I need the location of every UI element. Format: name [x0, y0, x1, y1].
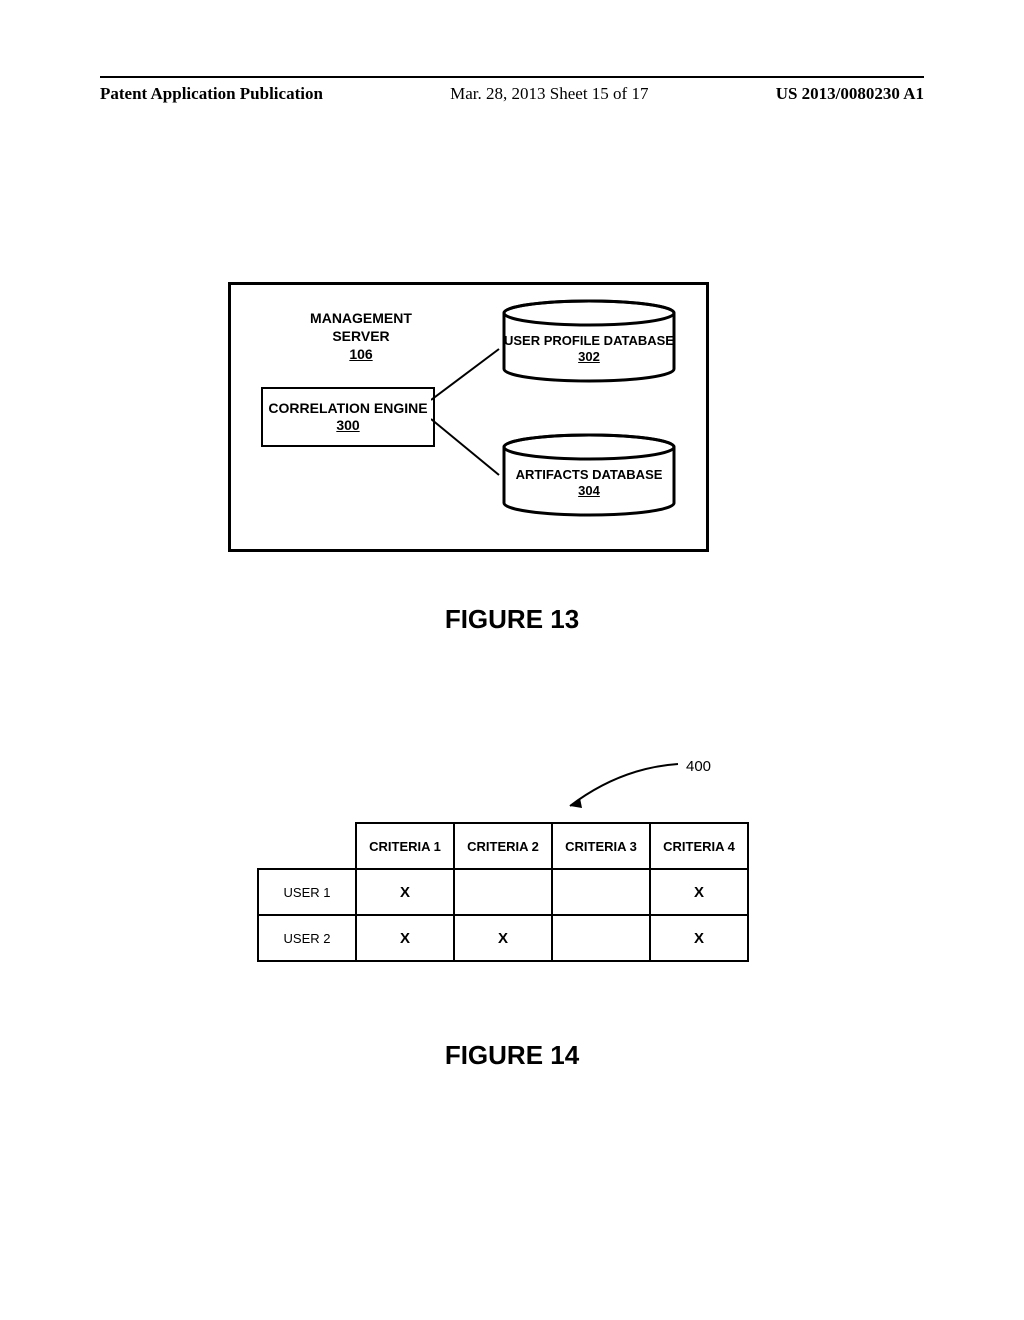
col-header-criteria-1: CRITERIA 1 — [356, 823, 454, 869]
table-row: USER 1 X X — [258, 869, 748, 915]
col-header-criteria-4: CRITERIA 4 — [650, 823, 748, 869]
table-corner-blank — [258, 823, 356, 869]
artifacts-db-cylinder: ARTIFACTS DATABASE 304 — [499, 433, 679, 519]
header-pub-number: US 2013/0080230 A1 — [776, 84, 924, 104]
cell-user1-crit2 — [454, 869, 552, 915]
col-header-criteria-2: CRITERIA 2 — [454, 823, 552, 869]
cell-user2-crit1: X — [356, 915, 454, 961]
management-server-text: MANAGEMENT SERVER — [310, 310, 412, 344]
figure-14-caption: FIGURE 14 — [0, 1040, 1024, 1071]
correlation-engine-box: CORRELATION ENGINE 300 — [261, 387, 435, 447]
cell-user1-crit4: X — [650, 869, 748, 915]
figure-13-caption: FIGURE 13 — [0, 604, 1024, 635]
header-rule — [100, 76, 924, 78]
header-date-sheet: Mar. 28, 2013 Sheet 15 of 17 — [323, 84, 776, 104]
fig14-table-wrap: CRITERIA 1 CRITERIA 2 CRITERIA 3 CRITERI… — [257, 822, 749, 962]
page-header: Patent Application Publication Mar. 28, … — [100, 84, 924, 104]
table-row: USER 2 X X X — [258, 915, 748, 961]
row-header-user-2: USER 2 — [258, 915, 356, 961]
criteria-table: CRITERIA 1 CRITERIA 2 CRITERIA 3 CRITERI… — [257, 822, 749, 962]
header-publication: Patent Application Publication — [100, 84, 323, 104]
user-profile-db-text: USER PROFILE DATABASE — [504, 333, 674, 348]
artifacts-db-text: ARTIFACTS DATABASE — [516, 467, 663, 482]
fig13-server-box: MANAGEMENT SERVER 106 CORRELATION ENGINE… — [228, 282, 709, 552]
fig14-lead-line — [560, 756, 680, 812]
management-server-label: MANAGEMENT SERVER 106 — [281, 309, 441, 364]
user-profile-db-number: 302 — [578, 349, 600, 364]
cell-user1-crit1: X — [356, 869, 454, 915]
connector-line-1 — [431, 345, 501, 405]
correlation-engine-text: CORRELATION ENGINE — [263, 400, 433, 418]
management-server-number: 106 — [349, 346, 372, 362]
cell-user2-crit2: X — [454, 915, 552, 961]
fig14-lead-label: 400 — [686, 758, 711, 775]
connector-line-2 — [431, 415, 501, 485]
user-profile-db-cylinder: USER PROFILE DATABASE 302 — [499, 299, 679, 385]
artifacts-db-number: 304 — [578, 483, 600, 498]
cell-user1-crit3 — [552, 869, 650, 915]
row-header-user-1: USER 1 — [258, 869, 356, 915]
correlation-engine-number: 300 — [263, 417, 433, 435]
table-header-row: CRITERIA 1 CRITERIA 2 CRITERIA 3 CRITERI… — [258, 823, 748, 869]
cell-user2-crit3 — [552, 915, 650, 961]
cell-user2-crit4: X — [650, 915, 748, 961]
col-header-criteria-3: CRITERIA 3 — [552, 823, 650, 869]
